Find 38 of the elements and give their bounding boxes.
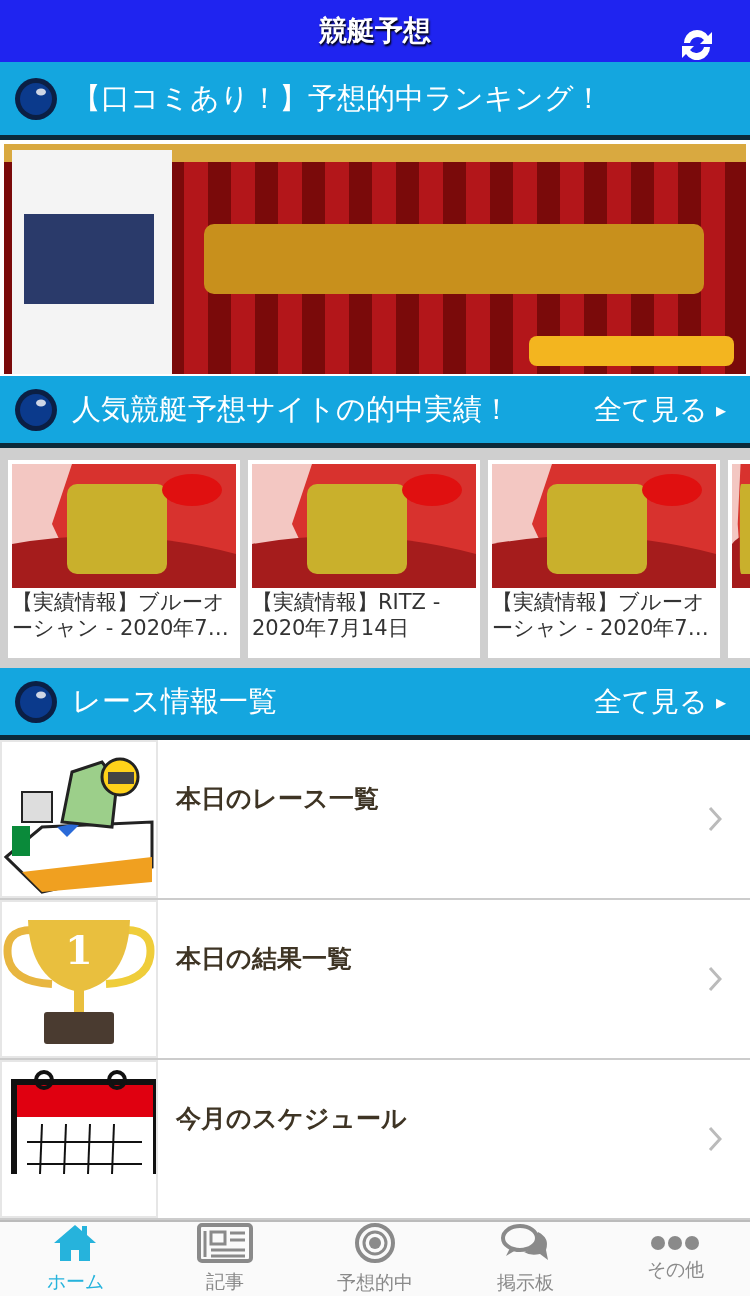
see-all-link[interactable]: 全て見る ▸ bbox=[593, 682, 726, 721]
result-card[interactable]: 【実績情報】RITZ - 2020年7月14日 bbox=[248, 460, 480, 658]
home-icon bbox=[52, 1223, 98, 1263]
section-title: 人気競艇予想サイトの的中実績！ bbox=[72, 390, 512, 428]
ball-icon bbox=[14, 679, 58, 724]
menu-row[interactable]: 今月のスケジュール bbox=[0, 1060, 750, 1220]
tab[interactable]: ホーム bbox=[0, 1222, 150, 1296]
chevron-icon bbox=[708, 1126, 722, 1152]
card-title: 【実績情報】RITZ - bbox=[252, 589, 442, 614]
row-label: 今月のスケジュール bbox=[176, 1103, 408, 1135]
tab[interactable]: 予想的中 bbox=[300, 1222, 450, 1296]
tab[interactable]: その他 bbox=[600, 1222, 750, 1296]
ball-icon bbox=[14, 76, 58, 121]
result-card[interactable]: 【実績情報】ブルーオ ーシャン - 2020年7… bbox=[8, 460, 240, 658]
see-all-link[interactable]: 全て見る ▸ bbox=[593, 390, 726, 429]
chevron-icon bbox=[708, 806, 722, 832]
menu-row[interactable]: 本日のレース一覧 bbox=[0, 740, 750, 900]
tab[interactable]: 掲示板 bbox=[450, 1222, 600, 1296]
trophy-drawing: 1 bbox=[2, 902, 156, 1056]
card-title: 【実績情報】ブルーオ bbox=[492, 589, 706, 614]
row-label: 本日の結果一覧 bbox=[176, 943, 353, 975]
card-title: 2020年7月14日 bbox=[252, 615, 410, 640]
section-title: レース情報一覧 bbox=[72, 682, 278, 720]
ball-icon bbox=[14, 387, 58, 432]
card-title: ーシャン - 2020年7… bbox=[492, 615, 710, 640]
section-header[interactable]: 【口コミあり！】予想的中ランキング！ bbox=[0, 62, 750, 140]
newspaper-icon bbox=[197, 1223, 253, 1263]
result-card[interactable]: 【実績情報】ブルーオ ーシャン - 2020年7… bbox=[488, 460, 720, 658]
menu-row[interactable]: 1 本日の結果一覧 bbox=[0, 900, 750, 1060]
section-title: 【口コミあり！】予想的中ランキング！ bbox=[72, 79, 604, 117]
target-icon bbox=[354, 1222, 396, 1264]
more-icon bbox=[650, 1235, 700, 1251]
tab[interactable]: 記事 bbox=[150, 1222, 300, 1296]
card-title: ーシャン - 2020年7… bbox=[12, 615, 230, 640]
card-title: 【実績情報】ブルーオ bbox=[12, 589, 226, 614]
chevron-icon bbox=[708, 966, 722, 992]
row-label: 本日のレース一覧 bbox=[176, 783, 380, 815]
app-title: 競艇予想 bbox=[319, 13, 431, 49]
